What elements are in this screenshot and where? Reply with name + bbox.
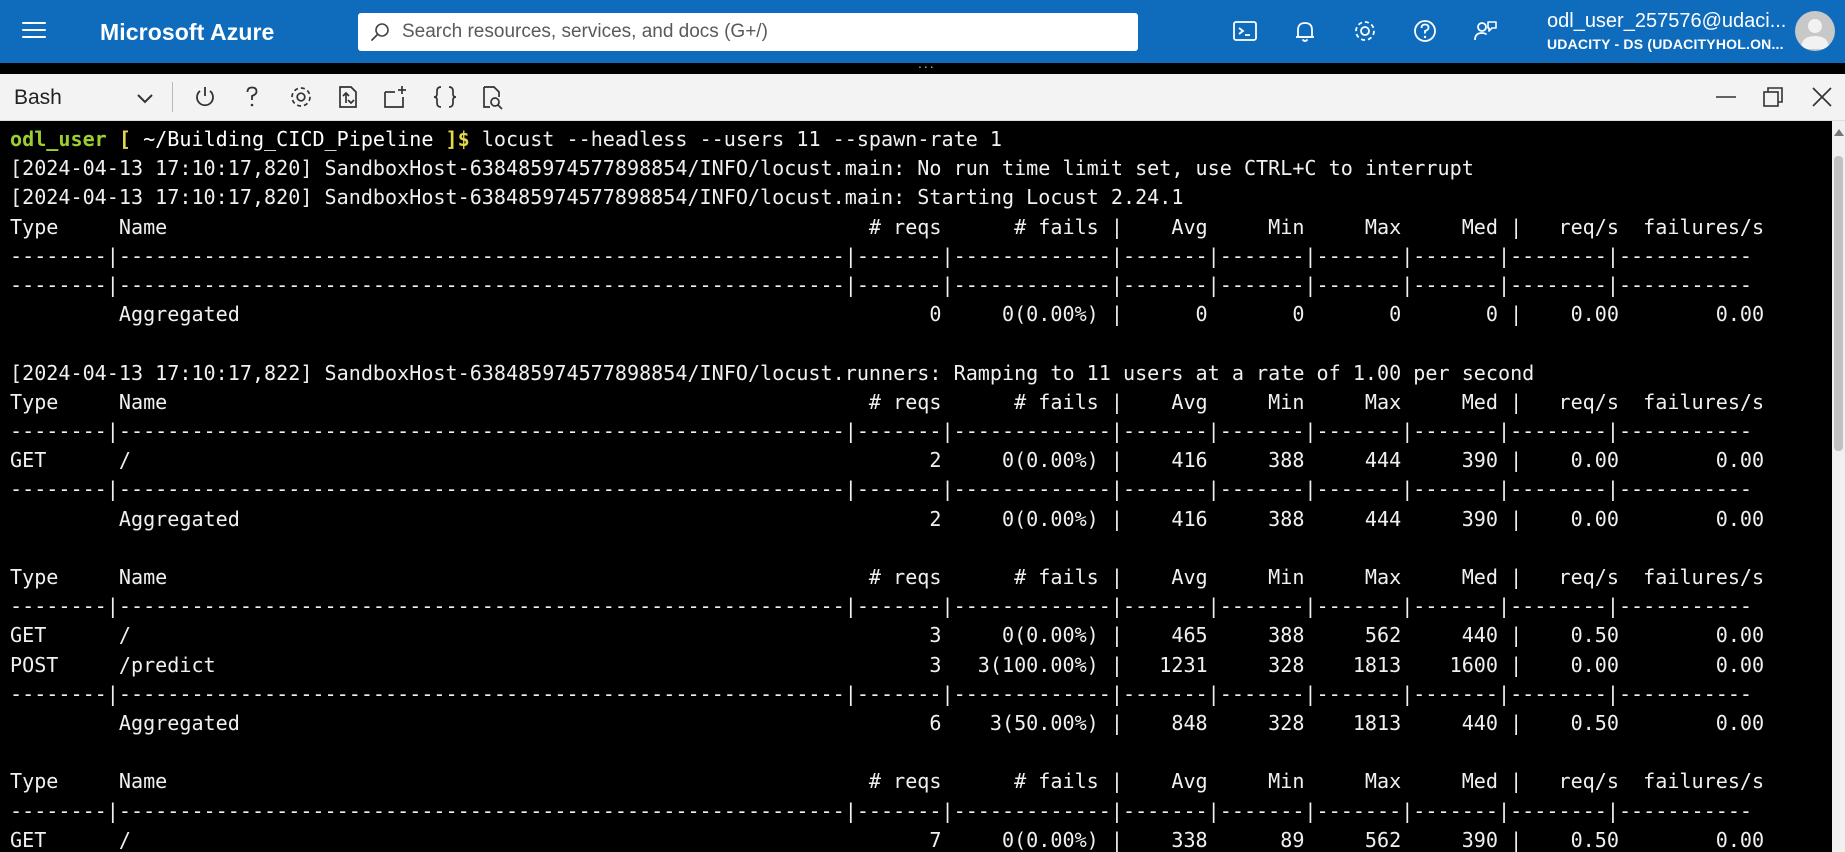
cloud-shell-toolbar: Bash [0, 74, 1845, 121]
scroll-up-icon[interactable] [1834, 129, 1844, 136]
resize-grip[interactable]: ... [918, 55, 936, 71]
cloud-shell-icon[interactable] [1230, 16, 1260, 46]
feedback-icon[interactable] [1470, 16, 1500, 46]
toolbar-divider [172, 82, 173, 112]
settings-icon[interactable] [1350, 16, 1380, 46]
search-input[interactable] [402, 13, 1122, 51]
prompt-close-bracket: ]$ [433, 127, 482, 151]
azure-top-bar: Microsoft Azure odl_user_257576@udaci...… [0, 0, 1845, 71]
settings-icon[interactable] [287, 83, 315, 111]
close-icon[interactable] [1809, 84, 1835, 110]
terminal-scrollbar[interactable] [1832, 121, 1845, 852]
power-icon[interactable] [191, 83, 219, 111]
notifications-icon[interactable] [1290, 16, 1320, 46]
terminal[interactable]: odl_user [ ~/Building_CICD_Pipeline ]$ l… [0, 121, 1832, 852]
shell-type-dropdown[interactable]: Bash [12, 82, 162, 112]
prompt-directory: ~/Building_CICD_Pipeline [143, 127, 434, 151]
minimize-icon[interactable] [1713, 84, 1739, 110]
upload-download-icon[interactable] [334, 83, 362, 111]
brand-title[interactable]: Microsoft Azure [100, 19, 274, 46]
avatar[interactable] [1795, 11, 1835, 51]
help-icon[interactable] [1410, 16, 1440, 46]
account-name: odl_user_257576@udaci... [1547, 10, 1787, 32]
menu-icon[interactable] [22, 22, 46, 40]
terminal-output: [2024-04-13 17:10:17,820] SandboxHost-63… [10, 156, 1765, 852]
prompt-open-bracket: [ [106, 127, 144, 151]
search-box[interactable] [358, 13, 1138, 51]
chevron-down-icon [137, 94, 153, 104]
restore-icon[interactable] [1760, 84, 1786, 110]
person-icon [1801, 19, 1829, 49]
terminal-content: odl_user [ ~/Building_CICD_Pipeline ]$ l… [0, 121, 1832, 852]
new-session-icon[interactable] [381, 83, 409, 111]
scroll-thumb[interactable] [1834, 156, 1843, 451]
command-line: locust --headless --users 11 --spawn-rat… [481, 127, 1003, 151]
braces-icon[interactable] [431, 83, 459, 111]
shell-type-label: Bash [14, 86, 62, 109]
account-menu[interactable]: odl_user_257576@udaci... UDACITY - DS (U… [1547, 10, 1787, 52]
account-org: UDACITY - DS (UDACITYHOL.ON... [1547, 36, 1784, 52]
prompt-user: odl_user [10, 127, 107, 151]
web-preview-icon[interactable] [478, 83, 506, 111]
search-icon [371, 23, 389, 41]
help-icon[interactable] [238, 83, 266, 111]
